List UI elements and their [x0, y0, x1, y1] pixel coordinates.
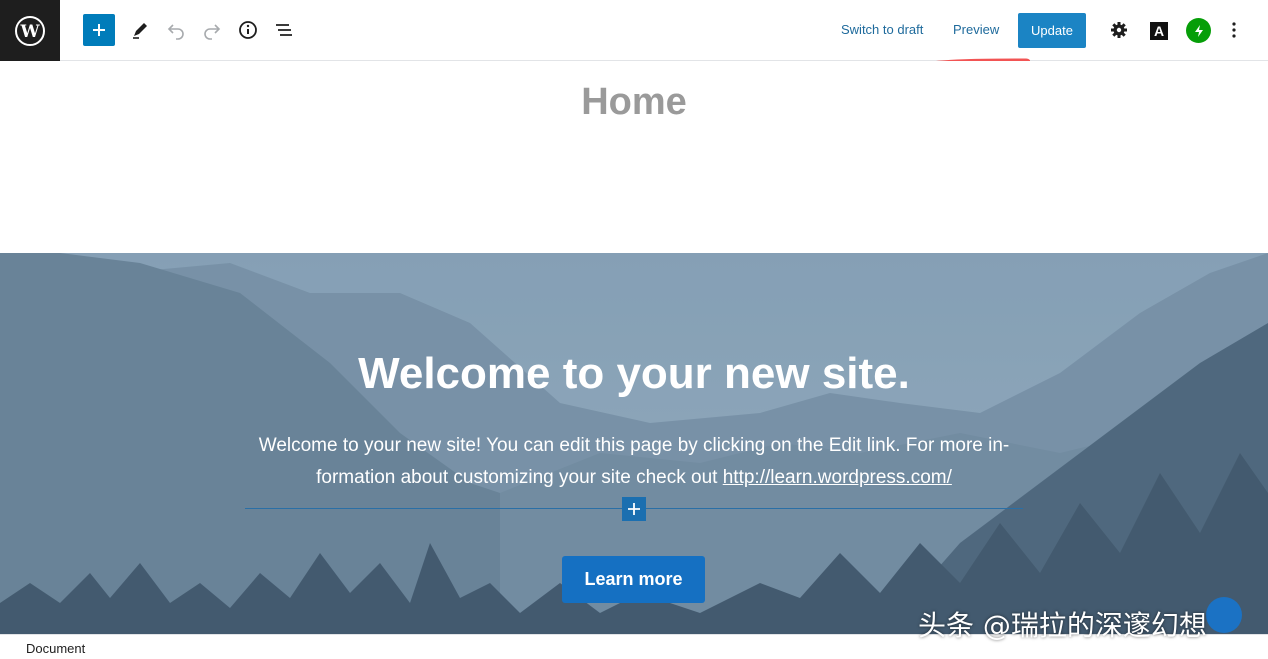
- details-button[interactable]: [232, 14, 264, 46]
- title-area: Home: [0, 61, 1268, 253]
- jetpack-icon[interactable]: [1186, 18, 1211, 43]
- more-vertical-icon: [1232, 22, 1236, 38]
- redo-button[interactable]: [196, 14, 228, 46]
- redo-icon: [204, 24, 221, 40]
- list-view-button[interactable]: [268, 14, 300, 46]
- undo-button[interactable]: [160, 14, 192, 46]
- wordpress-logo-icon[interactable]: W: [0, 0, 60, 61]
- switch-to-draft-link[interactable]: Switch to draft: [841, 22, 923, 37]
- tools-button[interactable]: [124, 14, 156, 46]
- learn-more-button[interactable]: Learn more: [562, 556, 705, 603]
- cover-block[interactable]: Welcome to your new site. Welcome to you…: [0, 253, 1268, 634]
- learn-wordpress-link[interactable]: http://learn.wordpress.com/: [723, 467, 952, 488]
- watermark-text: 头条 @瑞拉的深邃幻想: [918, 609, 1207, 642]
- preview-link[interactable]: Preview: [953, 22, 999, 37]
- breadcrumb-document[interactable]: Document: [26, 641, 85, 656]
- gear-icon: [1111, 22, 1127, 38]
- update-button[interactable]: Update: [1018, 13, 1086, 48]
- font-icon[interactable]: A: [1150, 22, 1168, 40]
- list-view-icon: [276, 24, 292, 36]
- info-icon: [239, 21, 257, 39]
- more-options-button[interactable]: [1218, 14, 1250, 46]
- plus-icon: [93, 24, 105, 36]
- inline-inserter-button[interactable]: [622, 497, 646, 521]
- help-chat-icon[interactable]: [1206, 597, 1242, 633]
- editor-toolbar: W Switch to draft Preview Update A: [0, 0, 1268, 61]
- cover-text-line1: Welcome to your new site! You can edit t…: [258, 435, 1010, 456]
- add-block-button[interactable]: [83, 14, 115, 46]
- page-title[interactable]: Home: [0, 81, 1268, 124]
- cover-text-line2: formation about customizing your site ch…: [316, 467, 723, 488]
- cover-heading[interactable]: Welcome to your new site.: [0, 349, 1268, 399]
- undo-icon: [167, 24, 184, 40]
- settings-button[interactable]: [1103, 14, 1135, 46]
- cover-paragraph[interactable]: Welcome to your new site! You can edit t…: [245, 430, 1023, 494]
- svg-text:W: W: [19, 22, 40, 42]
- plus-icon: [628, 503, 640, 515]
- pencil-icon: [133, 23, 147, 39]
